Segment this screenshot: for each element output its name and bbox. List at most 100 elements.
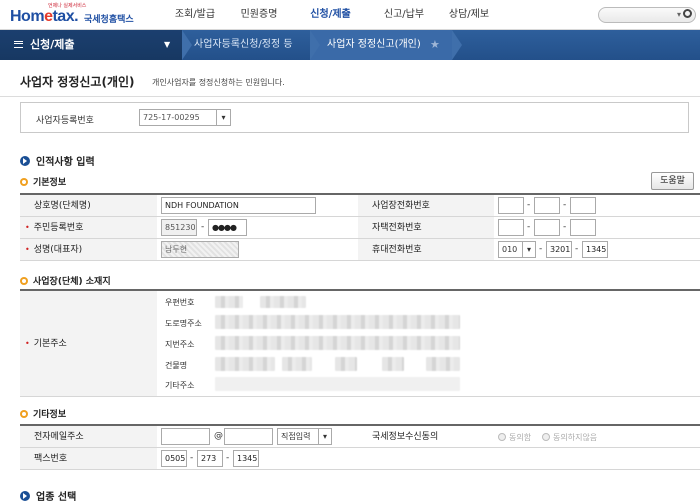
breadcrumb-item-registration[interactable]: 사업자등록신청/정정 등 <box>194 30 293 60</box>
label-text: 팩스번호 <box>34 454 68 464</box>
help-button[interactable]: 도움말 <box>651 172 694 190</box>
zip-search-button[interactable] <box>260 296 306 308</box>
label-text: 자택전화번호 <box>372 223 422 233</box>
section-bullet-icon <box>20 491 30 501</box>
rrn-back-input[interactable]: ●●●● <box>208 219 247 236</box>
home-phone-1[interactable] <box>498 219 524 236</box>
business-phone-label: 사업장전화번호 <box>358 195 494 216</box>
top-nav: 조회/발급 민원증명 신청/제출 신고/납부 상담/제보 <box>165 0 498 30</box>
building-floor-field[interactable] <box>382 357 404 371</box>
mobile-prefix-select[interactable]: 010 ▾ <box>498 241 536 258</box>
dash: - <box>575 244 579 254</box>
dash: - <box>527 222 531 232</box>
label-text: 성명(대표자) <box>33 245 83 255</box>
menu-label: 신청/제출 <box>30 38 75 51</box>
address-table: • 기본주소 우편번호 도로명주소 지번주소 건물명 기타주소 <box>20 289 700 397</box>
breadcrumb-item-current[interactable]: 사업자 정정신고(개인) <box>327 30 421 60</box>
breadcrumb-separator-icon <box>310 30 320 60</box>
table-row: 팩스번호 0505 - 273 - 1345 <box>20 448 700 470</box>
email-domain-select[interactable]: 직접입력 ▾ <box>277 428 332 445</box>
home-phone-3[interactable] <box>570 219 596 236</box>
nav-certificates[interactable]: 민원증명 <box>225 0 293 30</box>
breadcrumb-separator-icon <box>182 30 192 60</box>
lot-address-field[interactable] <box>215 336 460 350</box>
dash: - <box>201 222 205 232</box>
subsection-basic-info: 기본정보 <box>20 175 66 188</box>
mobile-phone-3[interactable]: 1345 <box>582 241 608 258</box>
fax-3-input[interactable]: 1345 <box>233 450 259 467</box>
subsection-title: 사업장(단체) 소재지 <box>33 277 111 287</box>
search-input[interactable]: ▾ <box>598 7 696 23</box>
consent-no-radio[interactable]: 동의하지않음 <box>542 432 597 443</box>
required-icon: • <box>25 245 30 254</box>
table-row: • 주민등록번호 851230 - ●●●● 자택전화번호 - - <box>20 217 700 239</box>
road-address-label: 도로명주소 <box>165 319 202 328</box>
radio-label: 동의하지않음 <box>553 433 598 442</box>
nav-consult-report[interactable]: 상담/제보 <box>440 0 498 30</box>
address-row: • 기본주소 우편번호 도로명주소 지번주소 건물명 기타주소 <box>20 291 700 397</box>
building-name-label: 건물명 <box>165 361 188 370</box>
subsection-other-info: 기타정보 <box>20 407 66 420</box>
subsection-bullet-icon <box>20 409 28 418</box>
section-bullet-icon <box>20 156 30 166</box>
radio-icon <box>498 432 506 441</box>
representative-name-label: • 성명(대표자) <box>20 239 157 260</box>
radio-icon <box>542 432 550 441</box>
label-text: 전자메일주소 <box>34 432 84 442</box>
search-icon[interactable] <box>683 9 692 18</box>
breadcrumb: 신청/제출 ▼ 사업자등록신청/정정 등 사업자 정정신고(개인) ★ <box>0 30 700 60</box>
label-text: 국세정보수신동의 <box>372 432 439 442</box>
business-phone-1[interactable] <box>498 197 524 214</box>
chevron-down-icon[interactable]: ▾ <box>522 242 535 257</box>
building-name-field[interactable] <box>215 357 275 371</box>
consent-label: 국세정보수신동의 <box>358 426 494 447</box>
zip-code-field[interactable] <box>215 296 243 308</box>
menu-button[interactable]: 신청/제출 ▼ <box>0 30 182 60</box>
fax-2-input[interactable]: 273 <box>197 450 223 467</box>
label-text: 기본주소 <box>33 339 67 349</box>
dash: - <box>226 453 230 463</box>
nav-inquiry[interactable]: 조회/발급 <box>165 0 225 30</box>
mobile-prefix-value: 010 <box>502 245 518 254</box>
email-local-input[interactable] <box>161 428 210 445</box>
section-title: 업종 선택 <box>36 492 77 503</box>
consent-yes-radio[interactable]: 동의함 <box>498 432 531 443</box>
subsection-bullet-icon <box>20 276 28 285</box>
rrn-front-input: 851230 <box>161 219 197 236</box>
nav-apply-submit[interactable]: 신청/제출 <box>293 0 368 30</box>
subsection-title: 기본정보 <box>33 178 67 188</box>
logo-brand: Hometax. <box>10 8 79 26</box>
home-phone-2[interactable] <box>534 219 560 236</box>
business-number-select[interactable]: 725-17-00295 ▾ <box>139 109 231 126</box>
business-phone-3[interactable] <box>570 197 596 214</box>
page-title: 사업자 정정신고(개인) <box>20 75 135 89</box>
radio-label: 동의함 <box>509 433 532 442</box>
company-name-input[interactable]: NDH FOUNDATION <box>161 197 316 214</box>
subsection-title: 기타정보 <box>33 410 67 420</box>
hometax-logo[interactable]: 언제나 실제서비스 Hometax. 국세청홈택스 <box>8 2 143 28</box>
business-number-label: 사업자등록번호 <box>36 116 94 126</box>
star-icon[interactable]: ★ <box>430 38 440 51</box>
logo-brand-part: tax. <box>52 8 79 25</box>
building-dong-field[interactable] <box>282 357 312 371</box>
zip-label: 우편번호 <box>165 298 195 307</box>
mobile-phone-2[interactable]: 3201 <box>546 241 572 258</box>
building-ho-field[interactable] <box>335 357 357 371</box>
required-icon: • <box>25 223 30 232</box>
chevron-down-icon[interactable]: ▾ <box>216 110 230 125</box>
at-sign: @ <box>214 431 223 441</box>
other-address-field[interactable] <box>215 377 460 391</box>
chevron-down-icon[interactable]: ▾ <box>677 10 681 19</box>
other-address-label: 기타주소 <box>165 381 195 390</box>
road-address-field[interactable] <box>215 315 460 329</box>
dash: - <box>539 244 543 254</box>
basic-info-table: 상호명(단체명) NDH FOUNDATION 사업장전화번호 - - • 주민등… <box>20 193 700 261</box>
fax-label: 팩스번호 <box>20 448 157 469</box>
nav-report-pay[interactable]: 신고/납부 <box>368 0 440 30</box>
email-domain-input[interactable] <box>224 428 273 445</box>
building-extra-field[interactable] <box>426 357 460 371</box>
fax-1-input[interactable]: 0505 <box>161 450 187 467</box>
chevron-down-icon[interactable]: ▾ <box>318 429 331 444</box>
business-phone-2[interactable] <box>534 197 560 214</box>
label-text: 휴대전화번호 <box>372 245 422 255</box>
